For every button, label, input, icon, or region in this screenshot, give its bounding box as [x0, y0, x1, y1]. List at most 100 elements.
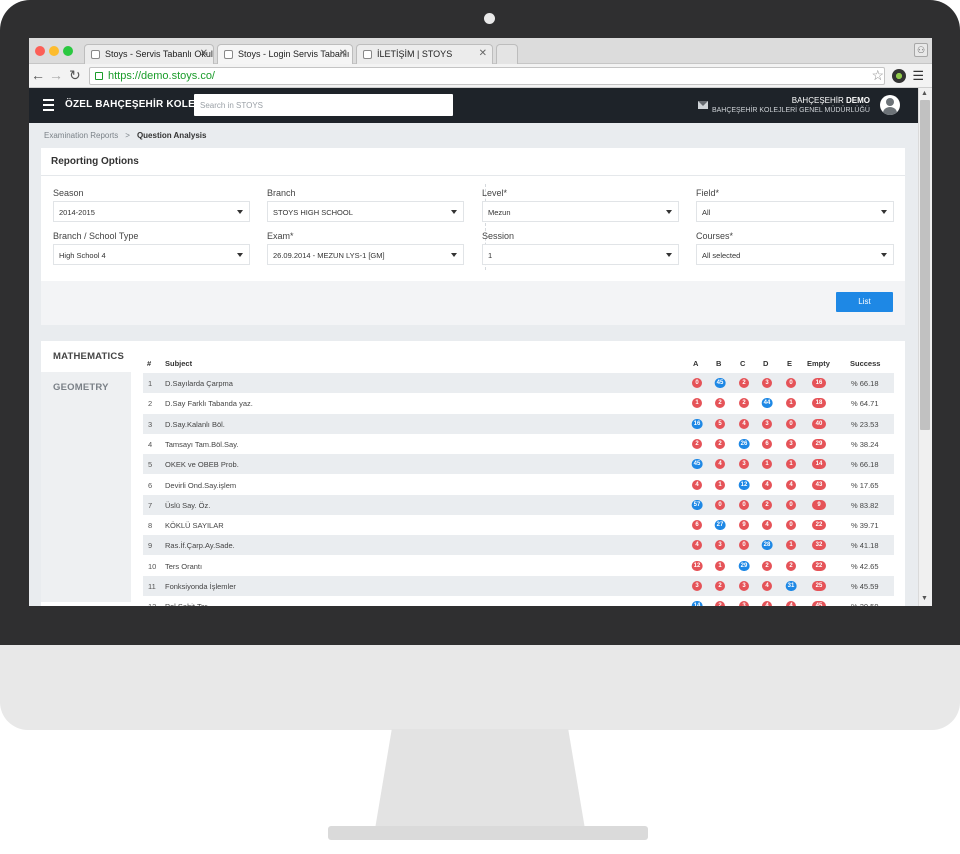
- avatar[interactable]: [880, 95, 900, 115]
- forward-icon[interactable]: →: [49, 67, 63, 83]
- subject-name: Pol.Sabit Ter.: [165, 602, 209, 606]
- field-select[interactable]: All: [696, 201, 894, 222]
- table-row[interactable]: 3 D.Say.Kalanlı Böl. 16 5 4 3 0 40 % 23.53: [143, 413, 894, 434]
- courses-select[interactable]: All selected: [696, 244, 894, 265]
- browser-tab-3[interactable]: İLETİŞİM | STOYS ✕: [356, 44, 493, 64]
- answer-count-b-badge: 27: [714, 520, 726, 531]
- table-row[interactable]: 8 KÖKLÜ SAYILAR 6 27 9 4 0 22 % 39.71: [143, 515, 894, 535]
- close-tab-icon[interactable]: ✕: [479, 48, 487, 59]
- minimize-window-icon[interactable]: [49, 46, 59, 56]
- exam-value: 26.09.2014 - MEZUN LYS-1 [GM]: [273, 251, 385, 260]
- exam-select[interactable]: 26.09.2014 - MEZUN LYS-1 [GM]: [267, 244, 464, 265]
- answer-count-empty-badge: 43: [812, 479, 826, 490]
- table-row[interactable]: 1 D.Sayılarda Çarpma 0 45 2 3 0 16 % 66.18: [143, 373, 894, 393]
- school-type-label: Branch / School Type: [53, 231, 139, 241]
- browser-tab-2[interactable]: Stoys - Login Servis Tabanlı ✕: [217, 44, 353, 64]
- school-type-select[interactable]: High School 4: [53, 244, 250, 265]
- subject-name: Ras.İf.Çarp.Ay.Sade.: [165, 541, 235, 551]
- branch-select[interactable]: STOYS HIGH SCHOOL: [267, 201, 464, 222]
- answer-count-b-badge: 2: [715, 601, 725, 606]
- answer-count-b-badge: 4: [715, 459, 725, 470]
- reporting-options-card: Reporting Options Season 2014-2015 Branc…: [41, 148, 905, 325]
- column-header-number: #: [147, 359, 152, 368]
- answer-count-b-badge: 2: [715, 398, 725, 409]
- success-rate: % 64.71: [851, 399, 879, 409]
- table-row[interactable]: 2 D.Say Farklı Tabanda yaz. 1 2 2 44 1 18 % 64.7…: [143, 393, 894, 413]
- table-row[interactable]: 4 Tamsayı Tam.Böl.Say. 2 2 26 6 3 29 % 38.24: [143, 434, 894, 454]
- profile-icon[interactable]: ⚇: [914, 43, 928, 57]
- table-row[interactable]: 10 Ters Orantı 12 1 29 2 2 22% 42.65: [143, 556, 894, 576]
- reload-icon[interactable]: ↻: [69, 67, 81, 83]
- list-button[interactable]: List: [836, 292, 893, 312]
- divider: [41, 175, 905, 176]
- url-input[interactable]: https://demo.stoys.co/: [89, 67, 885, 85]
- browser-tab-1[interactable]: Stoys - Servis Tabanlı Okul ✕: [84, 44, 214, 64]
- monitor-chin: [0, 645, 960, 730]
- answer-count-a-badge: 2: [692, 438, 702, 449]
- answer-count-e-badge: 0: [786, 378, 796, 388]
- mail-icon[interactable]: [698, 101, 708, 109]
- answer-count-e-badge: 1: [786, 398, 796, 409]
- table-row[interactable]: 11 Fonksiyonda İşlemler 3 2 3 4 31 25 % 45.59: [143, 576, 894, 596]
- subject-name: Devirli Ond.Say.işlem: [165, 480, 237, 490]
- answer-count-d-badge: 4: [762, 601, 772, 606]
- answer-count-e-badge: 0: [786, 520, 796, 531]
- answer-count-c-badge: 3: [739, 601, 749, 606]
- maximize-window-icon[interactable]: [63, 46, 73, 56]
- chevron-down-icon: [237, 253, 243, 257]
- answer-count-c-badge: 9: [739, 520, 749, 531]
- close-window-icon[interactable]: [35, 46, 45, 56]
- chevron-down-icon: [881, 253, 887, 257]
- answer-count-a-badge: 16: [691, 418, 703, 429]
- back-icon[interactable]: ←: [31, 67, 45, 83]
- answer-count-empty-badge: 32: [812, 540, 826, 551]
- answer-count-c-badge: 2: [739, 378, 749, 388]
- answer-count-c-badge: 26: [738, 438, 750, 449]
- answer-count-e-badge: 1: [786, 459, 796, 470]
- table-row[interactable]: 7 Üslü Say. Öz. 57 0 0 2 0 9 % 83.82: [143, 494, 894, 515]
- answer-count-empty-badge: 16: [812, 378, 826, 388]
- tab-title: Stoys - Login Servis Tabanlı: [238, 49, 350, 59]
- close-tab-icon[interactable]: ✕: [200, 48, 208, 59]
- close-tab-icon[interactable]: ✕: [339, 48, 347, 59]
- answer-count-b-badge: 5: [715, 418, 725, 429]
- season-select[interactable]: 2014-2015: [53, 201, 250, 222]
- table-row[interactable]: 6 Devirli Ond.Say.işlem 4 1 12 4 4 43 % 17.65: [143, 475, 894, 495]
- chevron-down-icon: [237, 210, 243, 214]
- answer-count-b-badge: 3: [715, 540, 725, 551]
- bookmark-star-icon[interactable]: ☆: [871, 67, 884, 84]
- table-row[interactable]: 9 Ras.İf.Çarp.Ay.Sade. 4 3 0 28 1 32 % 41.18: [143, 535, 894, 556]
- row-number: 8: [148, 521, 153, 531]
- table-row[interactable]: 12 Pol.Sabit Ter. 14 2 3 4 4 45 % 20.59: [143, 596, 894, 606]
- menu-icon[interactable]: [43, 99, 54, 114]
- table-row[interactable]: 5 OKEK ve OBEB Prob. 45 4 3 1 1 14 % 66.18: [143, 454, 894, 475]
- extension-icon[interactable]: [892, 69, 906, 83]
- user-name[interactable]: BAHÇEŞEHİR DEMO: [792, 96, 870, 105]
- tab-title: İLETİŞİM | STOYS: [377, 49, 453, 59]
- monitor-foot: [328, 826, 648, 840]
- success-rate: % 23.53: [851, 419, 879, 429]
- scroll-up-icon[interactable]: ▲: [921, 90, 928, 97]
- exam-label: Exam*: [267, 231, 294, 241]
- new-tab-button[interactable]: [496, 44, 518, 64]
- tab-geometry[interactable]: GEOMETRY: [41, 372, 131, 402]
- answer-count-b-badge: 2: [715, 581, 725, 591]
- answer-count-c-badge: 4: [739, 418, 749, 429]
- field-label: Field*: [696, 188, 720, 198]
- brand-name[interactable]: ÖZEL BAHÇEŞEHİR KOLEJİ: [65, 99, 204, 110]
- row-number: 6: [148, 480, 153, 490]
- scroll-down-icon[interactable]: ▼: [921, 595, 928, 602]
- breadcrumb-parent[interactable]: Examination Reports: [44, 131, 118, 140]
- answer-count-d-badge: 1: [762, 459, 772, 470]
- tab-title: Stoys - Servis Tabanlı Okul: [105, 49, 213, 59]
- session-select[interactable]: 1: [482, 244, 679, 265]
- level-select[interactable]: Mezun: [482, 201, 679, 222]
- column-header-subject: Subject: [165, 359, 193, 368]
- school-type-value: High School 4: [59, 251, 106, 260]
- scrollbar-thumb[interactable]: [920, 100, 930, 430]
- camera-icon: [484, 13, 495, 24]
- browser-menu-icon[interactable]: ☰: [912, 68, 924, 84]
- user-last-name: DEMO: [846, 96, 870, 105]
- search-input[interactable]: [194, 94, 453, 116]
- tab-mathematics[interactable]: MATHEMATICS: [41, 341, 131, 371]
